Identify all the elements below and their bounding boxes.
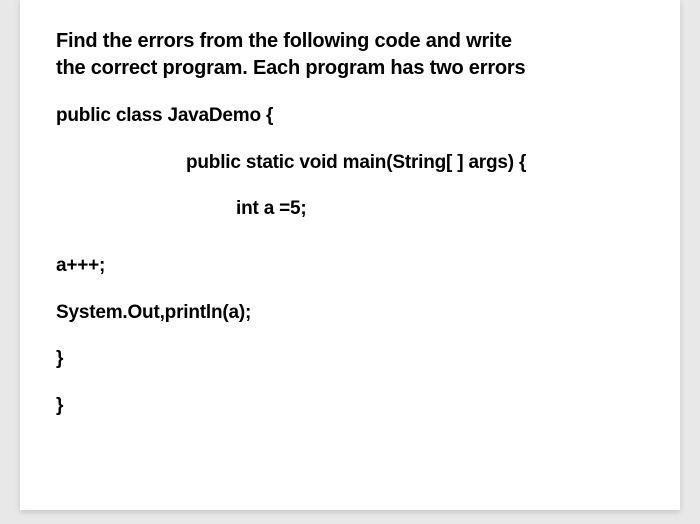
question-prompt: Find the errors from the following code … (56, 28, 644, 82)
code-line-increment: a+++; (56, 254, 644, 279)
prompt-text-line1: Find the errors from the following code … (56, 28, 644, 55)
code-line-println: System.Out,println(a); (56, 301, 644, 326)
document-page: Find the errors from the following code … (20, 0, 680, 510)
code-line-var-decl: int a =5; (56, 197, 644, 222)
code-line-close-brace-2: } (56, 394, 644, 419)
code-line-close-brace-1: } (56, 347, 644, 372)
code-block: public class JavaDemo { public static vo… (56, 104, 644, 419)
prompt-text-line2: the correct program. Each program has tw… (56, 55, 644, 82)
code-line-main-method: public static void main(String[ ] args) … (56, 151, 644, 176)
code-line-class-decl: public class JavaDemo { (56, 104, 644, 129)
